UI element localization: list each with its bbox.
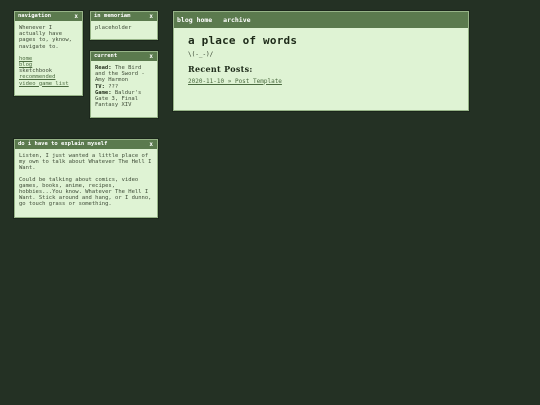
recent-posts-heading: Recent Posts:	[188, 64, 253, 75]
explain-paragraph-1: Listen, I just wanted a little place of …	[19, 153, 152, 172]
explain-content: Listen, I just wanted a little place of …	[15, 149, 157, 217]
close-icon[interactable]: x	[149, 12, 153, 21]
navigation-titlebar[interactable]: navigation x	[15, 12, 82, 21]
blog-titlebar: blog home archive	[174, 12, 468, 28]
navigation-content: Whenever I actually have pages to, yknow…	[15, 21, 82, 91]
close-icon[interactable]: x	[149, 52, 153, 61]
explain-titlebar[interactable]: do i have to explain myself x	[15, 140, 157, 149]
explain-window: do i have to explain myself x Listen, I …	[14, 139, 158, 218]
memoriam-content: placeholder	[91, 21, 157, 35]
current-titlebar[interactable]: current x	[91, 52, 157, 61]
nav-link-video-game-list[interactable]: video game list	[19, 81, 78, 87]
current-game: Game: Baldur's Gate 3, Final Fantasy XIV	[95, 89, 142, 109]
current-title: current	[94, 53, 118, 59]
memoriam-titlebar[interactable]: in memoriam x	[91, 12, 157, 21]
explain-paragraph-2: Could be talking about comics, video gam…	[19, 176, 152, 208]
navigation-title: navigation	[18, 13, 52, 19]
navigation-intro: Whenever I actually have pages to, yknow…	[19, 25, 72, 50]
blog-window: blog home archive a place of words \(-_-…	[173, 11, 469, 111]
memoriam-window: in memoriam x placeholder	[90, 11, 158, 40]
current-read: Read: The Bird and the Sword - Amy Harmo…	[95, 65, 145, 84]
current-content: Read: The Bird and the Sword - Amy Harmo…	[91, 61, 157, 112]
current-window: current x Read: The Bird and the Sword -…	[90, 51, 158, 118]
explain-title: do i have to explain myself	[18, 141, 108, 147]
kaomoji: \(-_-)/	[188, 51, 214, 59]
navigation-window: navigation x Whenever I actually have pa…	[14, 11, 83, 96]
memoriam-title: in memoriam	[94, 13, 131, 19]
tab-archive[interactable]: archive	[223, 16, 250, 24]
blog-content: a place of words \(-_-)/ Recent Posts: 2…	[174, 28, 468, 93]
tab-blog-home[interactable]: blog home	[177, 16, 212, 24]
memoriam-text: placeholder	[95, 25, 132, 31]
close-icon[interactable]: x	[74, 12, 78, 21]
site-title: a place of words	[188, 34, 298, 47]
close-icon[interactable]: x	[149, 140, 153, 149]
post-link[interactable]: 2020-11-10 » Post Template	[188, 78, 454, 85]
